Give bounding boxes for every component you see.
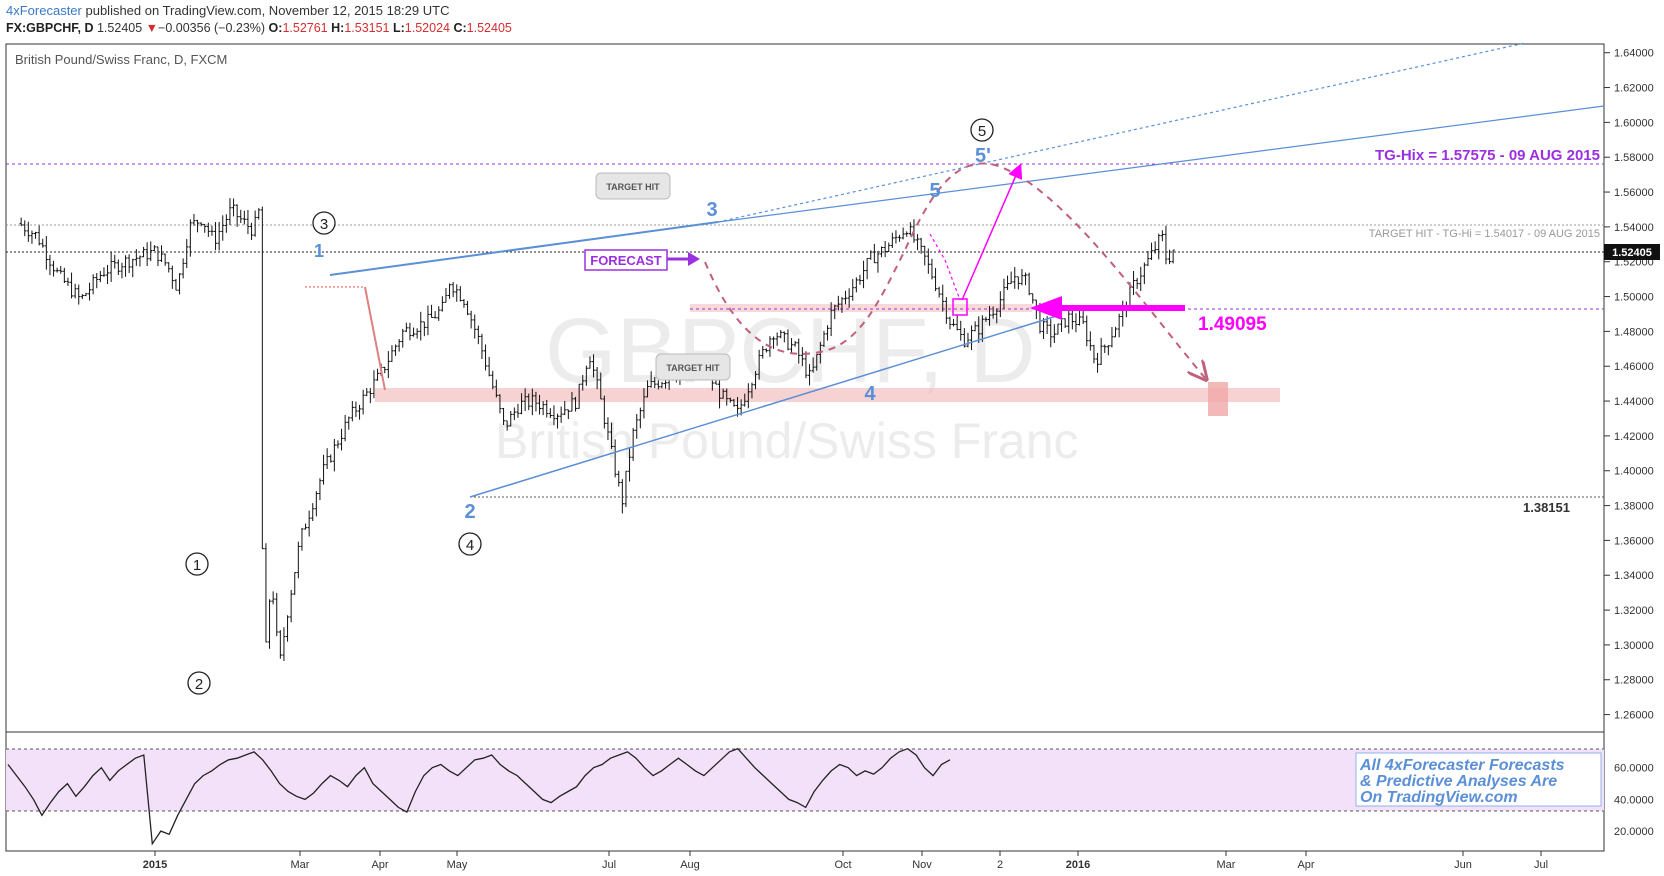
price-tick-label: 1.44000: [1614, 396, 1654, 408]
price-tick-label: 1.36000: [1614, 535, 1654, 547]
chart-legend: British Pound/Swiss Franc, D, FXCM: [15, 52, 227, 67]
price-tick-label: 1.30000: [1614, 640, 1654, 652]
price-tick-label: 1.62000: [1614, 83, 1654, 95]
svg-text:TARGET HIT: TARGET HIT: [606, 182, 660, 192]
rsi-tick-label: 40.0000: [1614, 794, 1654, 806]
time-tick-label: May: [447, 859, 468, 871]
time-tick-label: Jun: [1454, 859, 1472, 871]
rsi-tick-label: 20.0000: [1614, 826, 1654, 838]
time-tick-label: 2016: [1066, 859, 1090, 871]
price-tick-label: 1.42000: [1614, 431, 1654, 443]
time-tick-label: Oct: [834, 859, 851, 871]
promo-line-3: On TradingView.com: [1360, 789, 1518, 806]
promo-line-1: All 4xForecaster Forecasts: [1359, 757, 1565, 774]
forecast-label: FORECAST: [584, 249, 700, 271]
rsi-tick-label: 60.0000: [1614, 763, 1654, 775]
circled-label-5: 5: [970, 118, 994, 142]
price-tick-label: 1.58000: [1614, 152, 1654, 164]
level-149-label: 1.49095: [1198, 314, 1267, 335]
price-chart[interactable]: GBPCHF, D British Pound/Swiss Franc Brit…: [0, 0, 1664, 876]
time-tick-label: 2: [997, 859, 1003, 871]
price-tick-label: 1.34000: [1614, 570, 1654, 582]
wave-label-5: 5: [929, 180, 940, 202]
price-tick-label: 1.32000: [1614, 605, 1654, 617]
svg-text:2: 2: [195, 676, 203, 693]
price-axis[interactable]: 1.26000 1.28000 1.30000 1.32000 1.34000 1.360…: [1604, 48, 1654, 722]
tg-hi-label: TARGET HIT - TG-Hi = 1.54017 - 09 AUG 20…: [1369, 228, 1600, 240]
target-hit-callout-2: TARGET HIT: [655, 353, 731, 381]
promo-line-2: & Predictive Analyses Are: [1360, 773, 1557, 790]
circled-label-2: 2: [187, 671, 211, 695]
price-tick-label: 1.48000: [1614, 326, 1654, 338]
target-zone-box: [1208, 382, 1228, 416]
time-tick-label: 2015: [143, 859, 167, 871]
price-tick-label: 1.54000: [1614, 222, 1654, 234]
price-tick-label: 1.40000: [1614, 466, 1654, 478]
time-tick-label: Apr: [371, 859, 388, 871]
price-tick-label: 1.38000: [1614, 501, 1654, 513]
svg-text:3: 3: [320, 216, 328, 233]
wave1-drop-line: [364, 286, 386, 391]
time-tick-label: Mar: [1217, 859, 1236, 871]
circled-label-1: 1: [185, 552, 209, 576]
entry-zone: [690, 304, 1032, 312]
svg-text:TARGET HIT: TARGET HIT: [666, 363, 720, 373]
watermark-name: British Pound/Swiss Franc: [495, 413, 1079, 469]
price-tick-label: 1.60000: [1614, 117, 1654, 129]
price-tick-label: 1.64000: [1614, 48, 1654, 60]
wave-label-3: 3: [706, 199, 717, 221]
time-tick-label: Jul: [1534, 859, 1548, 871]
time-tick-label: Mar: [291, 859, 310, 871]
svg-text:4: 4: [466, 537, 474, 554]
svg-text:5: 5: [978, 123, 986, 140]
time-tick-label: Jul: [602, 859, 616, 871]
time-tick-label: Apr: [1297, 859, 1314, 871]
support-zone: [375, 388, 1280, 402]
price-tick-label: 1.26000: [1614, 710, 1654, 722]
tg-hix-label: TG-Hix = 1.57575 - 09 AUG 2015: [1375, 147, 1600, 164]
rsi-axis: 20.0000 40.0000 60.0000: [1614, 763, 1654, 838]
time-axis[interactable]: 2015 Mar Apr May Jul Aug Oct Nov 2 2016 Mar Apr Jun J…: [143, 851, 1548, 871]
svg-text:1.52405: 1.52405: [1612, 247, 1652, 259]
pullback-path: [929, 233, 961, 301]
circled-label-3: 3: [312, 211, 336, 235]
wave-label-4: 4: [864, 383, 876, 405]
price-tick-label: 1.28000: [1614, 675, 1654, 687]
price-tick-label: 1.46000: [1614, 361, 1654, 373]
last-price-tag: 1.52405: [1604, 244, 1660, 260]
svg-text:FORECAST: FORECAST: [590, 253, 662, 268]
price-tick-label: 1.50000: [1614, 292, 1654, 304]
wave-label-1: 1: [314, 241, 324, 261]
wave-label-2: 2: [464, 501, 475, 523]
svg-text:1: 1: [193, 557, 201, 574]
price-tick-label: 1.56000: [1614, 187, 1654, 199]
time-tick-label: Aug: [680, 859, 700, 871]
circled-label-4: 4: [458, 532, 482, 556]
wave-label-5-prime: 5': [975, 145, 991, 167]
target-hit-callout-1: TARGET HIT: [595, 172, 671, 200]
level-138-label: 1.38151: [1523, 500, 1570, 515]
time-tick-label: Nov: [912, 859, 932, 871]
promo-box[interactable]: All 4xForecaster Forecasts & Predictive …: [1355, 752, 1602, 807]
